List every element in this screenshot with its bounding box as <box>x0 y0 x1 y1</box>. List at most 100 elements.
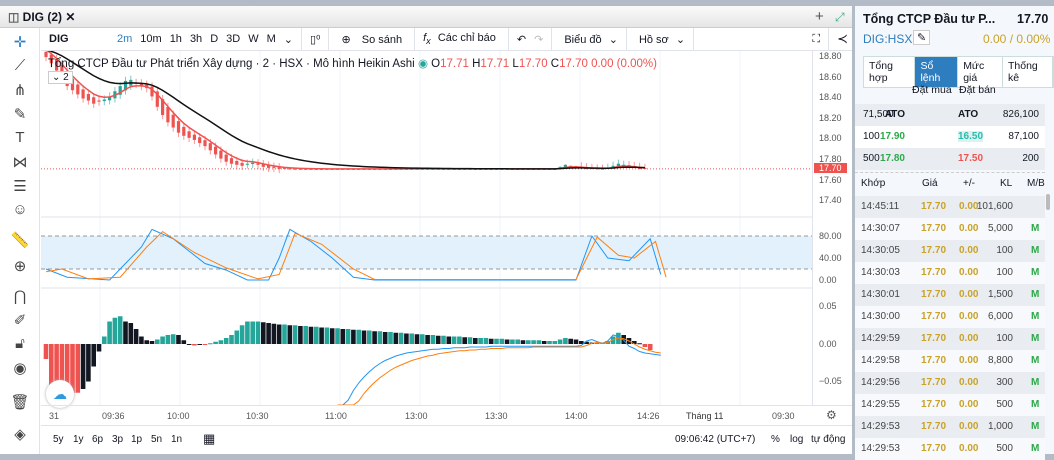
scrollbar[interactable] <box>1046 194 1050 210</box>
prediction-icon[interactable]: ☰ <box>10 177 30 195</box>
range-1y[interactable]: 1y <box>73 434 84 445</box>
profile-menu-button[interactable]: Hồ sơ ⌄ <box>635 33 685 46</box>
fib-icon[interactable]: ⋔ <box>10 81 30 99</box>
undo-icon[interactable]: ↶ <box>517 33 526 46</box>
candle <box>166 107 170 123</box>
trade-side: M <box>1031 311 1040 322</box>
eye-icon[interactable]: ◉ <box>10 359 30 377</box>
price-scale[interactable]: 18.80 18.60 18.40 18.20 18.00 17.80 17.6… <box>812 51 852 405</box>
trade-volume: 100 <box>996 245 1013 256</box>
trade-side: M <box>1031 399 1040 410</box>
macd-histogram-bar <box>155 339 160 344</box>
trade-volume: 101,600 <box>976 201 1013 212</box>
macd-histogram-bar <box>75 344 81 393</box>
price-tick: 17.40 <box>819 195 842 205</box>
trendline-icon[interactable]: ⟋ <box>10 57 30 74</box>
tab-title: DIG (2) <box>22 10 63 24</box>
tab-statistics[interactable]: Thống kê <box>1003 57 1053 87</box>
macd-histogram-bar <box>499 338 505 344</box>
range-6p[interactable]: 6p <box>92 434 103 445</box>
calendar-icon[interactable]: ▦ <box>203 431 215 447</box>
range-5n[interactable]: 5n <box>151 434 162 445</box>
macd-histogram-bar <box>367 330 372 344</box>
close-tab-icon[interactable]: ✕ <box>65 10 75 24</box>
macd-histogram-bar <box>139 336 144 344</box>
percent-toggle[interactable]: % <box>771 434 780 445</box>
crosshair-icon[interactable]: ✛ <box>10 33 30 51</box>
stock-ticker: DIG:HSX <box>863 32 913 46</box>
tab-price-levels[interactable]: Mức giá <box>958 57 1003 87</box>
macd-histogram-bar <box>457 336 462 344</box>
pattern-icon[interactable]: ⋈ <box>10 153 30 171</box>
fullscreen-icon[interactable]: ⛶ <box>812 33 820 46</box>
change-value: 0.00 (0.00%) <box>591 58 657 70</box>
status-dot-icon: ◉ <box>417 58 432 70</box>
macd-histogram-bar <box>520 340 526 344</box>
add-tab-button[interactable]: + <box>815 8 824 25</box>
share-icon[interactable]: ≺ <box>837 31 848 47</box>
collapse-indicators-button[interactable]: ⌄ 2 <box>48 71 73 84</box>
candle-type-icon[interactable]: ▯⁰ <box>310 33 320 46</box>
trade-price: 17.70 <box>921 333 947 344</box>
lock-icon[interactable]: 🔓︎ <box>10 335 30 352</box>
layers-icon[interactable]: ◈ <box>10 425 30 443</box>
macd-tick: 0.05 <box>819 301 837 311</box>
chart-plot[interactable] <box>41 51 812 405</box>
zoom-in-icon[interactable]: ⊕ <box>10 257 30 275</box>
cloud-icon[interactable]: ☁ <box>46 380 74 408</box>
close-value: 17.70 <box>559 58 588 70</box>
interval-d[interactable]: D <box>210 33 218 45</box>
chart-menu-button[interactable]: Biểu đồ ⌄ <box>560 33 618 46</box>
chart-tab[interactable]: ◫ DIG (2) ✕ <box>8 10 75 24</box>
interval-3d[interactable]: 3D <box>226 33 240 45</box>
trade-time: 14:30:01 <box>861 289 900 300</box>
lock-drawing-icon[interactable]: ✐ <box>10 311 30 329</box>
chevron-down-icon[interactable]: ⌄ <box>284 33 293 46</box>
ruler-icon[interactable]: 📏 <box>10 231 30 249</box>
emoji-icon[interactable]: ☺ <box>10 201 30 218</box>
interval-3h[interactable]: 3h <box>190 33 202 45</box>
interval-10m[interactable]: 10m <box>140 33 161 45</box>
interval-2m[interactable]: 2m <box>117 33 132 45</box>
bid-header: Đặt mua <box>912 84 952 96</box>
macd-histogram-bar <box>223 338 229 344</box>
macd-histogram-bar <box>239 325 245 344</box>
indicators-button[interactable]: fx Các chỉ báo <box>423 32 500 46</box>
trade-volume: 100 <box>996 333 1013 344</box>
range-1p[interactable]: 1p <box>131 434 142 445</box>
time-axis[interactable]: 31 09:36 10:00 10:30 11:00 13:00 13:30 1… <box>41 405 852 425</box>
tab-summary[interactable]: Tổng hợp <box>864 57 916 87</box>
trash-icon[interactable]: 🗑︎ <box>10 393 30 411</box>
trade-time: 14:30:05 <box>861 245 900 256</box>
text-icon[interactable]: T <box>10 129 30 146</box>
range-5y[interactable]: 5y <box>53 434 64 445</box>
candle <box>102 99 106 102</box>
log-toggle[interactable]: log <box>790 434 803 445</box>
macd-histogram-bar <box>547 341 552 344</box>
redo-icon[interactable]: ↷ <box>534 33 543 46</box>
symbol-search[interactable]: DIG <box>49 33 109 45</box>
edit-pencil-icon[interactable]: ✎ <box>913 30 931 45</box>
interval-m[interactable]: M <box>267 33 276 45</box>
range-3p[interactable]: 3p <box>112 434 123 445</box>
order-book-row: 71,500 ATO ATO 826,100 <box>855 104 1045 126</box>
magnet-icon[interactable]: ⋂ <box>10 287 30 305</box>
range-1n[interactable]: 1n <box>171 434 182 445</box>
settings-gear-icon[interactable]: ⚙ <box>826 408 837 422</box>
maximize-icon[interactable]: ⤢ <box>835 10 845 25</box>
indicators-label: Các chỉ báo <box>437 31 496 44</box>
tab-order-book[interactable]: Sổ lệnh <box>915 57 959 87</box>
stoch-tick: 0.00 <box>819 275 837 285</box>
macd-histogram-bar <box>473 338 478 344</box>
macd-histogram-bar <box>335 328 340 344</box>
macd-histogram-bar <box>647 344 653 350</box>
brush-icon[interactable]: ✎ <box>10 105 30 123</box>
interval-1h[interactable]: 1h <box>170 33 182 45</box>
auto-toggle[interactable]: tự động <box>811 434 846 445</box>
col-price: Giá <box>922 178 938 189</box>
interval-w[interactable]: W <box>248 33 258 45</box>
macd-histogram-bar <box>531 340 536 344</box>
compare-button[interactable]: ⊕ So sánh <box>337 33 406 46</box>
candle <box>176 121 181 133</box>
ask-volume: 87,100 <box>1008 131 1039 142</box>
